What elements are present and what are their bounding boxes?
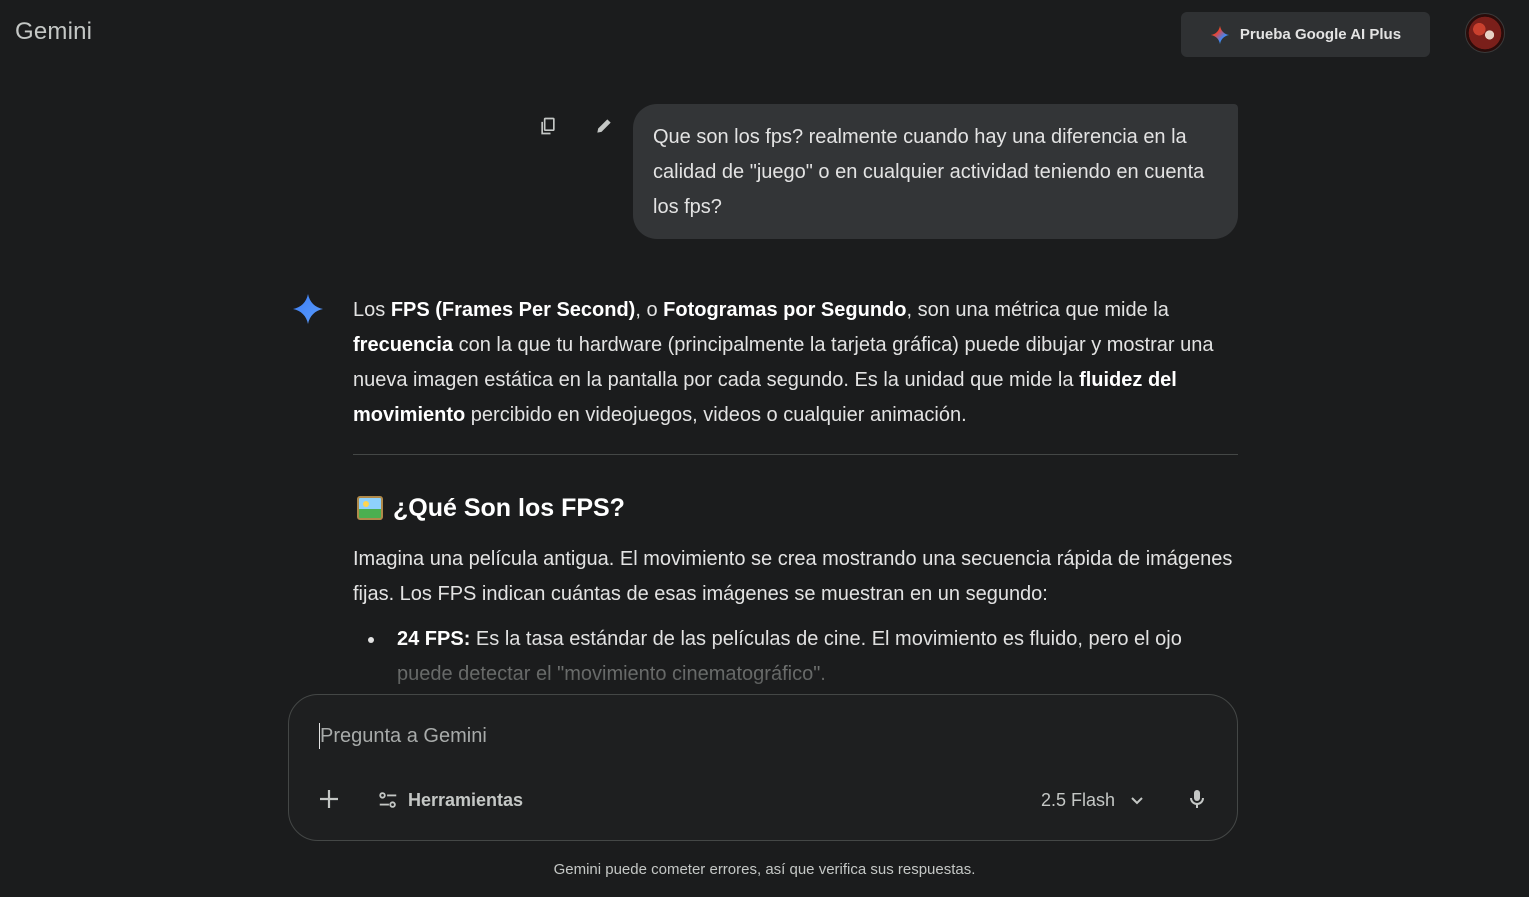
copy-button[interactable] — [536, 114, 560, 138]
gemini-spark-icon — [293, 294, 323, 324]
upgrade-label: Prueba Google AI Plus — [1239, 26, 1402, 43]
add-attachment-button[interactable] — [317, 787, 341, 811]
gemini-app: Gemini Prueba Google AI Plus Que son los… — [0, 0, 1529, 897]
avatar[interactable] — [1465, 13, 1505, 53]
bullet-bold: 24 FPS: — [397, 628, 471, 650]
tools-icon — [379, 792, 397, 808]
bullet-text: Es la tasa estándar de las películas de … — [470, 628, 1182, 650]
prompt-input[interactable]: Pregunta a Gemini — [319, 723, 487, 749]
intro-text: , son una métrica que mide la — [906, 299, 1169, 321]
message-actions — [536, 114, 616, 138]
framed-picture-icon — [357, 496, 383, 520]
tools-button[interactable]: Herramientas — [377, 785, 523, 815]
microphone-icon[interactable] — [1185, 787, 1209, 811]
copy-icon — [541, 117, 555, 135]
intro-bold: Fotogramas por Segundo — [663, 299, 907, 321]
edit-button[interactable] — [592, 114, 616, 138]
intro-text: percibido en videojuegos, videos o cualq… — [465, 404, 967, 426]
prompt-composer: Pregunta a Gemini Herramientas 2.5 Flash — [288, 694, 1238, 841]
response-body: Los FPS (Frames Per Second), o Fotograma… — [353, 293, 1238, 692]
disclaimer: Gemini puede cometer errores, así que ve… — [553, 861, 976, 878]
intro-bold: FPS (Frames Per Second) — [390, 299, 636, 321]
intro-text: Los — [353, 299, 391, 321]
sparkle-icon — [1210, 25, 1230, 44]
brand-title[interactable]: Gemini — [15, 18, 92, 46]
intro-text: , o — [635, 299, 664, 321]
response-intro: Los FPS (Frames Per Second), o Fotograma… — [353, 293, 1238, 433]
pencil-icon — [597, 119, 611, 133]
model-label: 2.5 Flash — [1041, 789, 1116, 810]
user-message: Que son los fps? realmente cuando hay un… — [633, 104, 1238, 239]
chevron-down-icon — [1131, 797, 1143, 805]
section-title: ¿Qué Son los FPS? — [393, 493, 625, 522]
intro-bold: frecuencia — [353, 334, 454, 356]
bullet-list: 24 FPS: Es la tasa estándar de las pelíc… — [353, 622, 1238, 692]
section-paragraph: Imagina una película antigua. El movimie… — [353, 548, 1233, 605]
bullet-text-faded: puede detectar el "movimiento cinematogr… — [397, 663, 826, 685]
section-heading: ¿Qué Son los FPS? — [353, 491, 1238, 525]
divider — [353, 454, 1238, 455]
model-selector[interactable]: 2.5 Flash — [1041, 785, 1145, 815]
list-item: 24 FPS: Es la tasa estándar de las pelíc… — [368, 622, 1238, 692]
upgrade-button[interactable]: Prueba Google AI Plus — [1181, 12, 1430, 57]
tools-label: Herramientas — [408, 789, 524, 810]
